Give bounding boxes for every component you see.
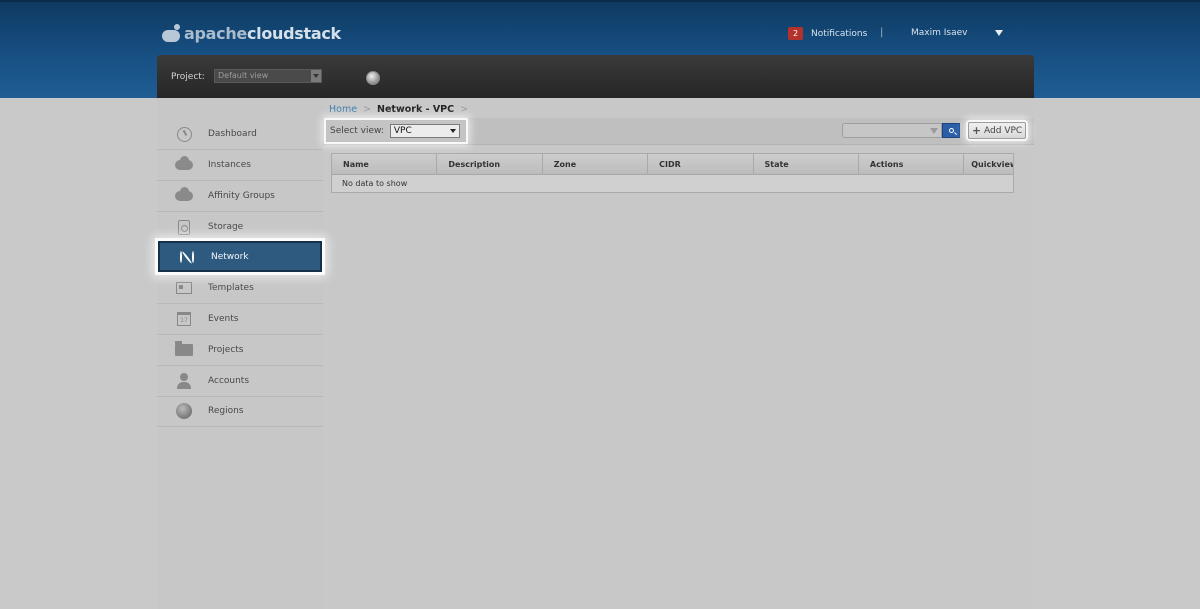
sidebar-item-label: Instances	[208, 160, 251, 170]
select-view-group: Select view: VPC	[326, 120, 466, 142]
main-panel: Home > Network - VPC > Select view: VPC …	[323, 98, 1034, 609]
project-bar: Project: Default view	[157, 55, 1034, 98]
breadcrumb-separator: >	[460, 104, 469, 115]
folder-icon	[174, 341, 194, 358]
user-icon	[174, 373, 194, 389]
notifications-count-badge: 2	[788, 27, 803, 40]
notifications-label: Notifications	[811, 28, 868, 39]
sidebar-item-dashboard[interactable]: Dashboard	[157, 119, 323, 150]
vpc-table: Name Description Zone CIDR State Actions…	[331, 153, 1014, 193]
sidebar-item-events[interactable]: 17 Events	[157, 304, 323, 335]
logo-text: apachecloudstack	[184, 24, 341, 43]
column-header-state[interactable]: State	[754, 154, 859, 175]
column-header-name[interactable]: Name	[332, 154, 438, 175]
search-icon	[948, 128, 954, 133]
select-view-dropdown[interactable]: VPC	[389, 124, 460, 138]
project-select-value: Default view	[218, 71, 269, 80]
calendar-icon-date: 17	[177, 312, 191, 326]
templates-icon	[174, 280, 194, 296]
column-header-quickview: Quickview	[971, 160, 1013, 169]
sidebar-item-regions[interactable]: Regions	[157, 396, 323, 427]
sidebar-item-label: Dashboard	[208, 129, 257, 139]
breadcrumb-current[interactable]: Network - VPC	[377, 104, 454, 115]
plus-icon: +	[971, 123, 982, 137]
logo-brand: cloudstack	[246, 23, 341, 43]
logo-prefix: apache	[184, 23, 247, 43]
calendar-icon: 17	[174, 311, 194, 327]
sidebar-item-label: Regions	[208, 406, 244, 416]
user-menu-chevron-down-icon[interactable]	[995, 30, 1003, 36]
sidebar-item-label: Accounts	[208, 376, 250, 386]
table-empty-message: No data to show	[332, 175, 1013, 192]
list-toolbar: Select view: VPC + Add VPC	[323, 118, 1034, 145]
user-name[interactable]: Maxim Isaev	[911, 28, 967, 38]
table-header: Name Description Zone CIDR State Actions…	[332, 154, 1013, 175]
cloud-icon	[174, 156, 194, 173]
search-input[interactable]	[842, 123, 942, 138]
breadcrumb-home-link[interactable]: Home	[329, 104, 357, 115]
sidebar-nav: Dashboard Instances Affinity Groups Stor…	[157, 98, 323, 609]
cloudstack-logo[interactable]: apachecloudstack	[162, 22, 341, 44]
sidebar-item-label: Network	[211, 251, 249, 262]
chevron-down-icon	[311, 70, 321, 82]
column-header-cidr[interactable]: CIDR	[648, 154, 754, 175]
add-vpc-label: Add VPC	[984, 125, 1023, 136]
sidebar-item-label: Affinity Groups	[208, 191, 275, 201]
sidebar-item-templates[interactable]: Templates	[157, 273, 323, 304]
column-header-description[interactable]: Description	[437, 154, 543, 175]
project-label: Project:	[171, 72, 205, 82]
notifications-button[interactable]: 2 Notifications	[788, 27, 867, 40]
select-view-value: VPC	[393, 126, 412, 136]
dashboard-icon	[174, 126, 194, 142]
project-select[interactable]: Default view	[214, 69, 322, 83]
sidebar-item-accounts[interactable]: Accounts	[157, 366, 323, 397]
sidebar-item-affinity-groups[interactable]: Affinity Groups	[157, 181, 323, 212]
search-button[interactable]	[942, 123, 960, 138]
sidebar-item-storage[interactable]: Storage	[157, 212, 323, 243]
cloud-logo-icon	[162, 24, 182, 42]
add-vpc-button[interactable]: + Add VPC	[968, 122, 1026, 139]
network-icon	[177, 249, 197, 265]
storage-icon	[174, 219, 194, 235]
sidebar-item-instances[interactable]: Instances	[157, 150, 323, 181]
affinity-icon	[174, 187, 194, 204]
globe-icon[interactable]	[366, 71, 380, 85]
header-separator: |	[880, 27, 884, 38]
sidebar-item-projects[interactable]: Projects	[157, 335, 323, 366]
sidebar-item-label: Projects	[208, 345, 244, 355]
sidebar-item-label: Storage	[208, 222, 244, 232]
sidebar-item-label: Templates	[208, 283, 254, 293]
column-header-zone[interactable]: Zone	[543, 154, 649, 175]
breadcrumb: Home > Network - VPC >	[329, 104, 468, 115]
globe-icon	[174, 403, 194, 419]
breadcrumb-separator: >	[363, 104, 372, 115]
select-view-label: Select view:	[330, 126, 384, 136]
sidebar-item-network[interactable]: Network	[158, 241, 322, 272]
sidebar-item-label: Events	[208, 314, 239, 324]
column-header-actions: Actions	[859, 154, 965, 175]
